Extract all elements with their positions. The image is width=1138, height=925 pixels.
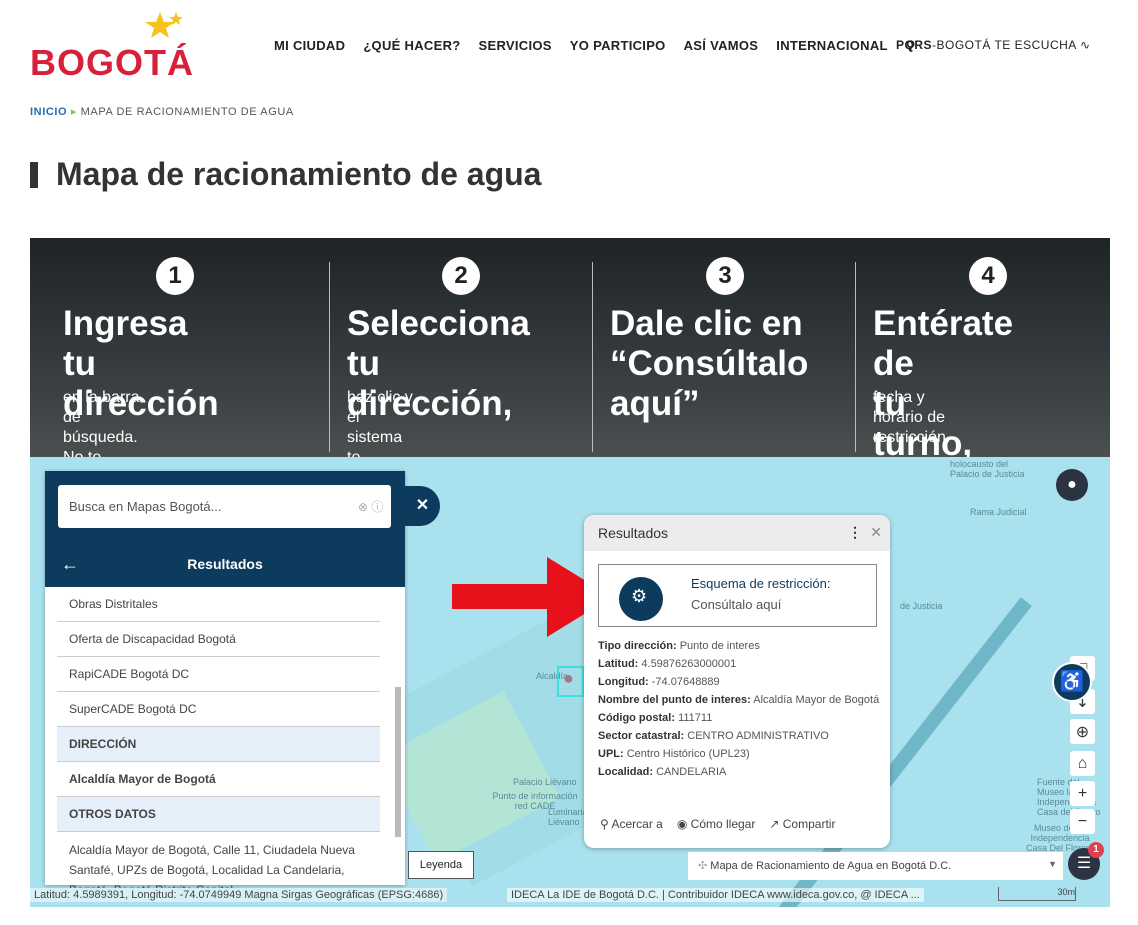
step-number: 4 xyxy=(969,257,1007,295)
divider xyxy=(592,262,593,452)
step-title: Dale clic en “Consúltalo aquí” xyxy=(610,304,809,423)
list-item[interactable]: RapiCADE Bogotá DC xyxy=(57,657,380,692)
section-otros-datos: OTROS DATOS xyxy=(57,797,380,832)
map-pin-icon: ● xyxy=(563,668,574,688)
breadcrumb: INICIO ▸ MAPA DE RACIONAMIENTO DE AGUA xyxy=(30,105,294,118)
scrollbar-thumb[interactable] xyxy=(395,687,401,837)
layers-badge: 1 xyxy=(1088,842,1104,858)
restriction-card[interactable]: ⚙ Esquema de restricción: Consúltalo aqu… xyxy=(598,564,877,627)
info-row: Latitud: 4.59876263000001 xyxy=(598,658,737,670)
step-number: 1 xyxy=(156,257,194,295)
map-label: Luminaria Liévano xyxy=(548,807,588,827)
step-number: 2 xyxy=(442,257,480,295)
legend-button[interactable]: Leyenda xyxy=(408,851,474,879)
nav-yo-participo[interactable]: YO PARTICIPO xyxy=(570,38,666,54)
more-icon[interactable]: ⋮ xyxy=(848,524,862,541)
divider xyxy=(855,262,856,452)
map-label: de Justicia xyxy=(900,601,943,611)
popup-header: Resultados ⋮ ✕ xyxy=(584,515,890,551)
popup-actions: ⚲ Acercar a ◉ Cómo llegar ↗ Compartir xyxy=(600,817,835,831)
search-input[interactable]: Busca en Mapas Bogotá... xyxy=(58,485,391,528)
step-text: haz clic y el sistema te indicará la ubi… xyxy=(347,389,413,457)
accessibility-icon[interactable]: ♿ xyxy=(1052,662,1092,702)
results-title: Resultados xyxy=(187,556,263,572)
results-list: Obras Distritales Oferta de Discapacidad… xyxy=(57,587,380,888)
consultalo-link[interactable]: Consúltalo aquí xyxy=(691,597,781,612)
water-tap-icon: ⚙ xyxy=(619,577,663,621)
zoom-icon: ⚲ xyxy=(600,817,609,831)
results-header: ← Resultados xyxy=(45,541,405,587)
main-nav: MI CIUDAD ¿QUÉ HACER? SERVICIOS YO PARTI… xyxy=(274,38,916,54)
zoom-to-button[interactable]: ⚲ Acercar a xyxy=(600,817,663,831)
section-direccion: DIRECCIÓN xyxy=(57,727,380,762)
popup-title: Resultados xyxy=(598,525,669,541)
list-item[interactable]: Obras Distritales xyxy=(57,587,380,622)
map-label: Palacio Liévano xyxy=(513,777,577,787)
move-icon: ✣ xyxy=(698,860,708,872)
map-label: Rama Judicial xyxy=(970,507,1027,517)
search-panel: Busca en Mapas Bogotá... ⊗ ⓘ ← Resultados… xyxy=(45,471,405,888)
directions-button[interactable]: ◉ Cómo llegar xyxy=(677,817,756,831)
nav-asi-vamos[interactable]: ASÍ VAMOS xyxy=(684,38,759,54)
otros-datos-text: Alcaldía Mayor de Bogotá, Calle 11, Ciud… xyxy=(69,843,355,888)
nav-servicios[interactable]: SERVICIOS xyxy=(479,38,552,54)
nav-mi-ciudad[interactable]: MI CIUDAD xyxy=(274,38,345,54)
list-item[interactable]: Oferta de Discapacidad Bogotá xyxy=(57,622,380,657)
page-title-text: Mapa de racionamiento de agua xyxy=(56,156,542,192)
logo-text: BOGOTÁ xyxy=(30,42,194,83)
info-row: Sector catastral: CENTRO ADMINISTRATIVO xyxy=(598,730,829,742)
title-bar xyxy=(30,161,38,188)
nav-internacional[interactable]: INTERNACIONAL xyxy=(776,38,888,54)
info-row: Código postal: 111711 xyxy=(598,712,713,724)
coords-readout: Latitud: 4.5989391, Longitud: -74.074994… xyxy=(30,888,448,902)
pqrs-bold: PQRS xyxy=(896,38,933,52)
step-text: en la barra de búsqueda. No te preocupes… xyxy=(63,389,140,457)
route-icon: ◉ xyxy=(676,817,688,831)
clear-icon[interactable]: ⊗ ⓘ xyxy=(358,498,383,515)
info-row: UPL: Centro Histórico (UPL23) xyxy=(598,748,750,760)
nav-que-hacer[interactable]: ¿QUÉ HACER? xyxy=(363,38,460,54)
zoom-out-button[interactable]: − xyxy=(1070,809,1095,834)
list-item[interactable]: SuperCADE Bogotá DC xyxy=(57,692,380,727)
locate-icon[interactable]: ⊕ xyxy=(1070,719,1095,744)
info-row: Nombre del punto de interes: Alcaldía Ma… xyxy=(598,694,880,706)
divider xyxy=(329,262,330,452)
layer-select-value: Mapa de Racionamiento de Agua en Bogotá … xyxy=(710,860,952,872)
zoom-in-button[interactable]: + xyxy=(1070,781,1095,806)
attribution: IDECA La IDE de Bogotá D.C. | Contribuid… xyxy=(507,888,924,902)
layer-select[interactable]: ✣ Mapa de Racionamiento de Agua en Bogot… xyxy=(688,852,1063,880)
scrollbar[interactable] xyxy=(395,587,403,883)
share-button[interactable]: ↗ Compartir xyxy=(769,817,835,831)
card-title: Esquema de restricción: xyxy=(691,576,831,591)
rss-icon: ∿ xyxy=(1080,38,1091,52)
back-arrow-icon[interactable]: ← xyxy=(61,541,79,587)
pqrs-text: -BOGOTÁ TE ESCUCHA xyxy=(932,38,1077,52)
page-title: Mapa de racionamiento de agua xyxy=(30,156,541,193)
user-icon[interactable]: ● xyxy=(1056,469,1088,501)
results-popup: Resultados ⋮ ✕ ⚙ Esquema de restricción: C… xyxy=(584,515,890,848)
close-icon[interactable]: ✕ xyxy=(870,524,882,541)
breadcrumb-home[interactable]: INICIO xyxy=(30,106,67,118)
instructions-banner: 1 Ingresa tu dirección en la barra de búsq… xyxy=(30,238,1110,457)
popup-info: Tipo dirección: Punto de interes Latitud… xyxy=(598,637,883,781)
breadcrumb-current: MAPA DE RACIONAMIENTO DE AGUA xyxy=(80,106,294,118)
info-row: Tipo dirección: Punto de interes xyxy=(598,640,760,652)
selected-marker[interactable]: ● xyxy=(557,666,584,697)
home-icon[interactable]: ⌂ xyxy=(1070,751,1095,776)
panel-header: Busca en Mapas Bogotá... ⊗ ⓘ ← Resultados xyxy=(45,471,405,587)
step-number: 3 xyxy=(706,257,744,295)
info-row: Longitud: -74.07648889 xyxy=(598,676,720,688)
scale-bar: 30m xyxy=(998,887,1076,901)
pqrs-link[interactable]: PQRS-BOGOTÁ TE ESCUCHA ∿ xyxy=(896,38,1091,52)
direccion-item[interactable]: Alcaldía Mayor de Bogotá xyxy=(57,762,380,797)
map-label: holocausto del Palacio de Justicia xyxy=(950,459,1025,479)
chevron-right-icon: ▸ xyxy=(70,106,77,118)
step-text: fecha y horario de restricción. xyxy=(873,389,951,446)
share-icon: ↗ xyxy=(769,817,780,831)
info-row: Localidad: CANDELARIA xyxy=(598,766,727,778)
chevron-down-icon: ▼ xyxy=(1048,859,1057,869)
